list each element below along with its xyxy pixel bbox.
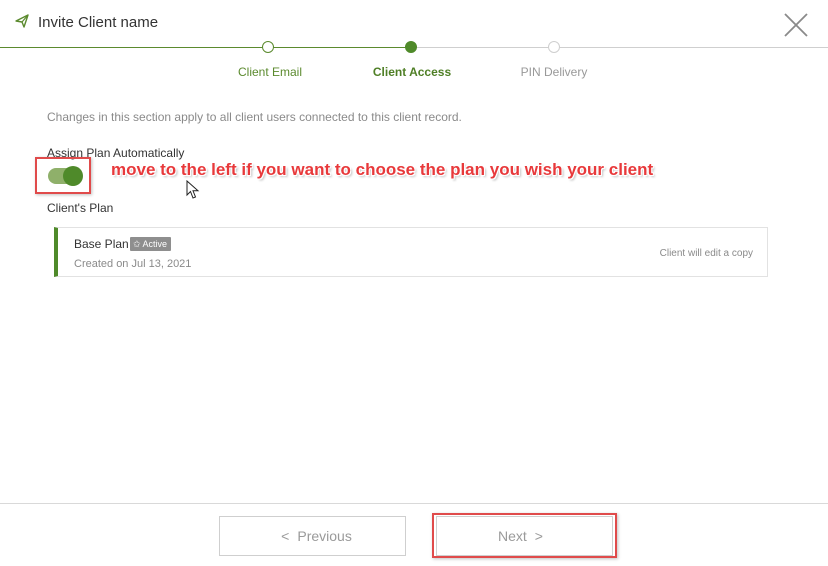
send-icon (15, 14, 29, 28)
plan-created-date: Created on Jul 13, 2021 (74, 258, 192, 270)
step-client-access-dot[interactable] (405, 41, 417, 53)
stepper-progress (0, 47, 411, 48)
previous-button-label: Previous (297, 528, 352, 544)
chevron-left-icon: < (281, 528, 290, 544)
star-icon: ✩ (133, 239, 141, 249)
close-icon[interactable] (781, 10, 811, 40)
step-client-email-label[interactable]: Client Email (238, 65, 302, 79)
step-client-access-label[interactable]: Client Access (373, 65, 451, 79)
annotation-highlight-next (432, 513, 617, 558)
plan-name: Base Plan (74, 237, 129, 251)
annotation-highlight-toggle (35, 157, 91, 194)
status-badge: ✩ Active (130, 237, 172, 251)
dialog-title: Invite Client name (38, 14, 159, 31)
footer-divider (0, 503, 828, 504)
previous-button[interactable]: < Previous (219, 516, 406, 556)
mouse-cursor-icon (186, 180, 200, 199)
step-pin-delivery-label[interactable]: PIN Delivery (521, 65, 588, 79)
status-badge-label: Active (142, 239, 168, 249)
step-pin-delivery-dot[interactable] (548, 41, 560, 53)
plan-copy-note: Client will edit a copy (659, 248, 753, 259)
section-description: Changes in this section apply to all cli… (47, 110, 462, 124)
client-plan-label: Client's Plan (47, 201, 114, 215)
step-client-email-dot[interactable] (262, 41, 274, 53)
plan-card[interactable]: Base Plan ✩ Active Created on Jul 13, 202… (54, 227, 768, 277)
annotation-text: move to the left if you want to choose t… (111, 160, 654, 179)
